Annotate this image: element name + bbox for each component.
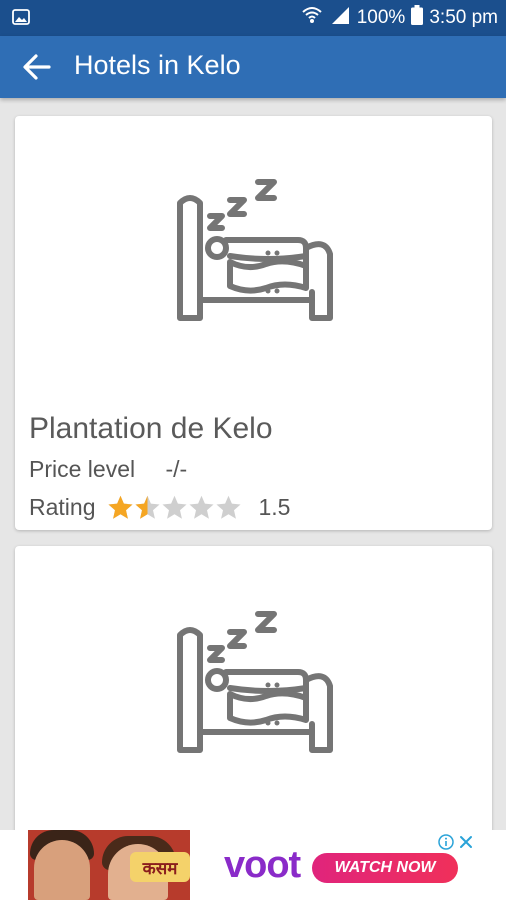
price-row: Price level -/- [29, 456, 187, 483]
hotel-name: Plantation de Kelo [29, 412, 273, 445]
rating-star-icon [108, 495, 134, 519]
status-bar: 100% 3:50 pm [0, 0, 506, 36]
ad-brand: voot [224, 844, 301, 886]
price-value: -/- [165, 456, 188, 482]
rating-label: Rating [29, 493, 96, 520]
rating-star-icon [162, 495, 188, 519]
status-right: 100% 3:50 pm [301, 0, 498, 36]
page-title: Hotels in Kelo [74, 50, 241, 80]
gallery-icon [12, 9, 30, 30]
battery-icon [411, 5, 424, 31]
back-button[interactable] [20, 51, 54, 83]
ad-show-title: कसम [130, 852, 190, 882]
ad-image: कसम [28, 830, 190, 900]
ad-watch-now-button[interactable]: WATCH NOW [312, 853, 458, 883]
battery-percent: 100% [356, 7, 406, 28]
hotel-bed-icon [177, 179, 333, 321]
hotel-card[interactable]: Plantation de Kelo Price level -/- Ratin… [15, 116, 492, 530]
wifi-icon [301, 5, 323, 31]
rating-star-icon [189, 495, 215, 519]
rating-star-icon [216, 495, 242, 519]
hotel-bed-icon [177, 611, 333, 753]
ad-info-icon[interactable] [438, 834, 454, 850]
signal-icon [329, 5, 351, 31]
clock-text: 3:50 pm [429, 7, 498, 28]
back-arrow-icon [23, 54, 51, 80]
ad-person [34, 840, 90, 900]
hotel-card[interactable] [15, 546, 492, 846]
rating-row: Rating 1.5 [29, 490, 290, 524]
rating-star-icon [135, 495, 161, 519]
price-label: Price level [29, 456, 136, 482]
rating-value: 1.5 [258, 493, 291, 520]
ad-close-icon[interactable] [458, 834, 474, 850]
app-bar: Hotels in Kelo [0, 36, 506, 98]
ad-banner[interactable]: कसम voot WATCH NOW [0, 830, 506, 900]
rating-stars [107, 494, 242, 521]
